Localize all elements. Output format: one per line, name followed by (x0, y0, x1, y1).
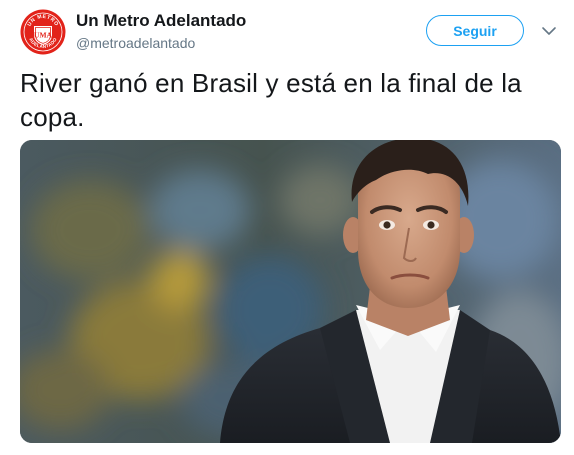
follow-button[interactable]: Seguir (426, 15, 524, 46)
chevron-down-icon[interactable] (540, 24, 558, 38)
coach-photo-image (20, 140, 561, 443)
avatar-text-center: UMA (34, 31, 52, 40)
tweet-text: River ganó en Brasil y está en la final … (20, 68, 522, 132)
avatar[interactable]: UN METRO ADELANTADO UMA (20, 9, 66, 55)
author-handle[interactable]: @metroadelantado (76, 35, 195, 51)
uma-logo-icon: UN METRO ADELANTADO UMA (20, 9, 66, 55)
tweet-photo[interactable] (20, 140, 561, 443)
author-name[interactable]: Un Metro Adelantado (76, 11, 246, 31)
tweet-card: UN METRO ADELANTADO UMA Un Metro Adelant… (0, 0, 574, 455)
